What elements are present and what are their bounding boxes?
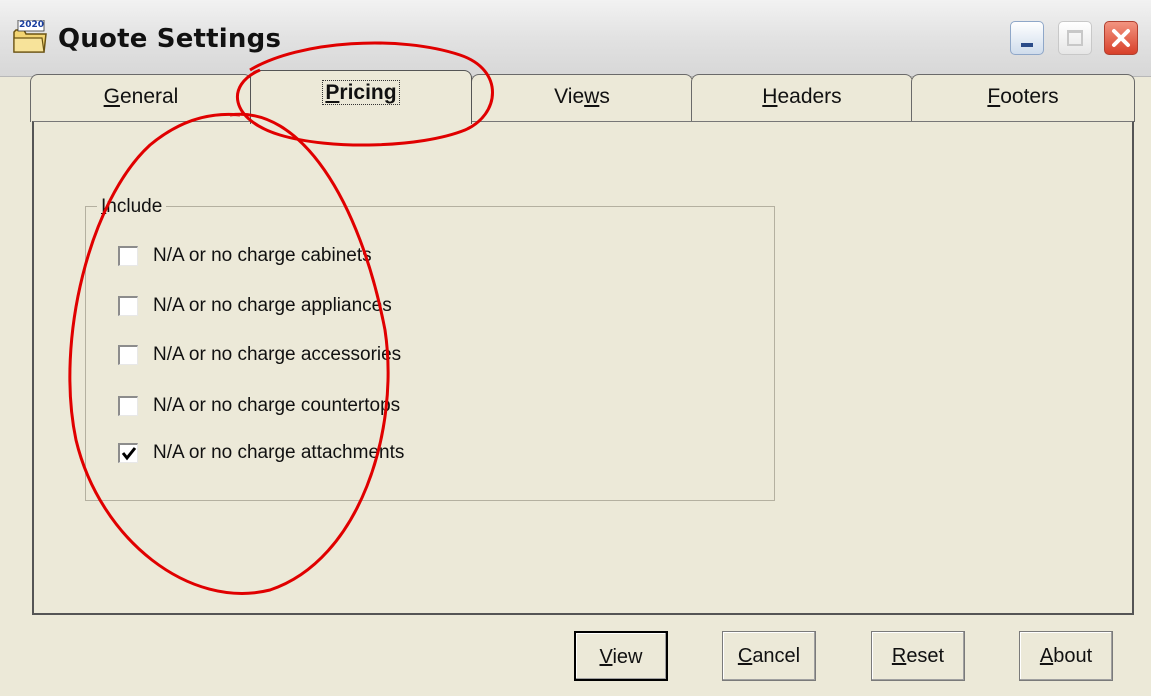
accessories-checkbox[interactable] [118,345,138,365]
view-button[interactable]: View [574,631,668,681]
reset-button[interactable]: Reset [871,631,965,681]
tab-headers[interactable]: Headers [691,74,913,122]
option-cabinets[interactable]: N/A or no charge cabinets [118,243,372,269]
minimize-icon [1021,43,1033,47]
minimize-button[interactable] [1010,21,1044,55]
option-attachments[interactable]: N/A or no charge attachments [118,440,404,466]
option-label: N/A or no charge attachments [153,442,405,463]
cancel-button[interactable]: Cancel [722,631,816,681]
appliances-checkbox[interactable] [118,296,138,316]
maximize-icon [1067,30,1083,46]
option-accessories[interactable]: N/A or no charge accessories [118,342,401,368]
checkmark-icon [121,447,137,461]
tab-pricing[interactable]: Pricing [250,70,472,124]
option-label: N/A or no charge appliances [153,295,392,316]
option-label: N/A or no charge accessories [153,344,402,365]
option-countertops[interactable]: N/A or no charge countertops [118,393,400,419]
folder-app-icon: 2020 [12,19,48,54]
close-button[interactable] [1104,21,1138,55]
about-button[interactable]: About [1019,631,1113,681]
countertops-checkbox[interactable] [118,396,138,416]
tab-views[interactable]: Views [471,74,693,122]
window-title: Quote Settings [58,24,282,54]
option-label: N/A or no charge cabinets [153,245,372,266]
quote-settings-window: 2020 Quote Settings General Views Header… [0,0,1151,696]
close-icon [1112,29,1130,47]
title-bar[interactable]: 2020 Quote Settings [0,0,1151,77]
tab-label: General [103,85,179,108]
cabinets-checkbox[interactable] [118,246,138,266]
include-group-title: Include [97,196,167,218]
tab-strip: General Views Headers Footers Pricing [30,70,1135,124]
tab-label: Headers [762,85,842,108]
tab-label: Views [554,85,610,108]
tab-label: Footers [987,85,1059,108]
tab-footers[interactable]: Footers [911,74,1135,122]
maximize-button[interactable] [1058,21,1092,55]
attachments-checkbox[interactable] [118,443,138,463]
app-icon-badge: 2020 [19,20,45,30]
option-appliances[interactable]: N/A or no charge appliances [118,293,392,319]
tab-label: Pricing [322,80,400,105]
option-label: N/A or no charge countertops [153,395,401,416]
tab-general[interactable]: General [30,74,252,122]
